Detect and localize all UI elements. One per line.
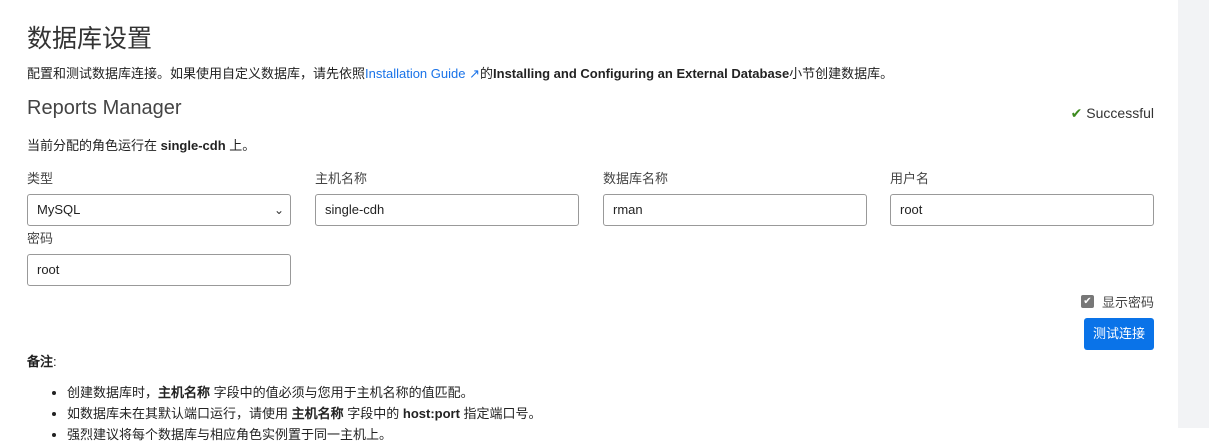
type-select[interactable]: MySQL ⌄ — [27, 194, 291, 226]
host-label: 主机名称 — [315, 171, 368, 186]
scrollbar-track[interactable] — [1178, 0, 1209, 428]
intro-text: 配置和测试数据库连接。如果使用自定义数据库，请先依照Installation G… — [27, 66, 894, 81]
password-label: 密码 — [27, 231, 54, 246]
username-input[interactable]: root — [890, 194, 1154, 226]
list-item: 强烈建议将每个数据库与相应角色实例置于同一主机上。 — [67, 424, 542, 445]
check-icon: ✔ — [1070, 105, 1083, 121]
type-label: 类型 — [27, 171, 54, 186]
checkbox-checked-icon[interactable]: ✔ — [1080, 295, 1094, 308]
db-name-input[interactable]: rman — [603, 194, 867, 226]
username-label: 用户名 — [890, 171, 930, 186]
show-password-label: 显示密码 — [1101, 295, 1154, 310]
notes-list: 创建数据库时，主机名称 字段中的值必须与您用于主机名称的值匹配。 如数据库未在其… — [49, 382, 542, 445]
notes-title: 备注: — [27, 354, 57, 369]
list-item: 创建数据库时，主机名称 字段中的值必须与您用于主机名称的值匹配。 — [67, 382, 542, 403]
db-name-label: 数据库名称 — [603, 171, 669, 186]
external-link-icon: ↗ — [469, 66, 480, 81]
test-connection-button[interactable]: 测试连接 — [1083, 318, 1154, 350]
chevron-down-icon: ⌄ — [273, 203, 284, 217]
section-title: Reports Manager — [27, 97, 182, 119]
show-password-toggle[interactable]: ✔ 显示密码 — [1080, 292, 1154, 311]
installation-guide-link[interactable]: Installation Guide ↗ — [365, 66, 480, 81]
role-info: 当前分配的角色运行在 single-cdh 上。 — [27, 138, 256, 153]
password-input[interactable]: root — [27, 254, 291, 286]
status-badge: ✔ Successful — [1070, 105, 1154, 121]
list-item: 如数据库未在其默认端口运行，请使用 主机名称 字段中的 host:port 指定… — [67, 403, 542, 424]
host-input[interactable]: single-cdh — [315, 194, 579, 226]
page-title: 数据库设置 — [27, 25, 153, 53]
